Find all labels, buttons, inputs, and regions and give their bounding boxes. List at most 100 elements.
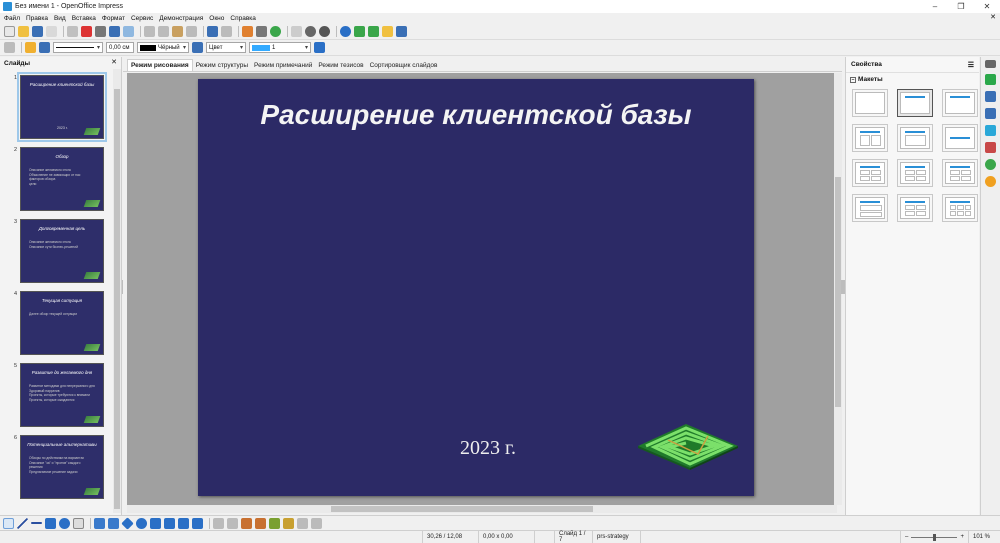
line-arrow-tool-icon[interactable] [31, 522, 42, 524]
layouts-icon[interactable] [985, 91, 996, 102]
menu-view[interactable]: Вид [54, 15, 66, 22]
clone-formatting-icon[interactable] [186, 26, 197, 37]
table-icon[interactable] [256, 26, 267, 37]
extrusion-icon[interactable] [283, 517, 294, 529]
fill-type-select[interactable]: Цвет ▾ [206, 42, 246, 53]
block-arrows-icon[interactable] [150, 517, 161, 529]
print-icon[interactable] [95, 26, 106, 37]
paste-icon[interactable] [172, 26, 183, 37]
layout-option[interactable] [942, 89, 978, 117]
flowchart-icon[interactable] [164, 517, 175, 529]
menu-window[interactable]: Окно [209, 15, 224, 22]
layout-option[interactable] [897, 124, 933, 152]
layout-option[interactable] [942, 159, 978, 187]
layout-option[interactable] [852, 194, 888, 222]
menu-tools[interactable]: Сервис [131, 15, 153, 22]
slide-thumbnail[interactable]: Обзор Описание желаемого итога Объяснение … [20, 147, 104, 211]
basic-shapes-icon[interactable] [121, 516, 134, 530]
zoom-in-icon[interactable]: + [960, 534, 964, 540]
menu-slideshow[interactable]: Демонстрация [159, 15, 203, 22]
spellcheck-icon[interactable] [109, 26, 120, 37]
grid-icon[interactable] [291, 26, 302, 37]
layout-option[interactable] [852, 159, 888, 187]
save-icon[interactable] [32, 26, 43, 37]
sidebar-menu-icon[interactable] [985, 60, 996, 68]
line-end-icon[interactable] [39, 42, 50, 53]
email-icon[interactable] [46, 26, 57, 37]
callouts-icon[interactable] [178, 517, 189, 529]
area-icon[interactable] [192, 42, 203, 53]
undo-icon[interactable] [207, 26, 218, 37]
symbol-shapes-icon[interactable] [136, 517, 147, 529]
maze-logo-icon[interactable] [638, 424, 738, 470]
shadow-icon[interactable] [314, 42, 325, 53]
slide-thumbnail[interactable]: Потенциальные альтернативы Обзоры по дейс… [20, 435, 104, 499]
current-slide[interactable]: Расширение клиентской базы 2023 г. [198, 79, 754, 496]
from-file-icon[interactable] [255, 517, 266, 529]
help-icon[interactable] [340, 26, 351, 37]
slide-year[interactable]: 2023 г. [460, 437, 516, 460]
slideshow-icon[interactable] [382, 26, 393, 37]
menu-help[interactable]: Справка [230, 15, 256, 22]
scrollbar-thumb[interactable] [331, 506, 593, 512]
close-window-button[interactable]: ✕ [974, 0, 1000, 13]
autospellcheck-icon[interactable] [123, 26, 134, 37]
navigator-icon[interactable] [270, 26, 281, 37]
rotate-icon[interactable] [297, 517, 308, 529]
select-arrow-icon[interactable] [3, 517, 14, 529]
layouts-section-header[interactable]: – Макеты [850, 76, 883, 83]
slide-transition-icon[interactable] [985, 142, 996, 153]
navigator-sidebar-icon[interactable] [985, 176, 996, 187]
copy-icon[interactable] [158, 26, 169, 37]
tab-drawing-view[interactable]: Режим рисования [127, 59, 193, 71]
layout-option[interactable] [897, 89, 933, 117]
custom-animation-icon[interactable] [985, 125, 996, 136]
open-icon[interactable] [18, 26, 29, 37]
line-width-field[interactable]: 0,00 см [106, 42, 134, 53]
master-name[interactable]: prs-strategy [592, 530, 640, 543]
curve-tool-icon[interactable] [94, 517, 105, 529]
zoom-slider[interactable]: – + [900, 530, 968, 543]
stars-icon[interactable] [192, 517, 203, 529]
layout-option[interactable] [942, 194, 978, 222]
layout-option[interactable] [852, 89, 888, 117]
tab-outline-view[interactable]: Режим структуры [193, 60, 251, 71]
line-tool-icon[interactable] [17, 517, 28, 529]
align-icon[interactable] [311, 517, 322, 529]
cut-icon[interactable] [144, 26, 155, 37]
fontwork-icon[interactable] [241, 517, 252, 529]
export-pdf-icon[interactable] [81, 26, 92, 37]
zoom-track[interactable] [911, 533, 958, 541]
display-icon[interactable] [396, 26, 407, 37]
menu-file[interactable]: Файл [4, 15, 20, 22]
slide-thumbnail[interactable]: Развитие до желаемого дня Развитие метода… [20, 363, 104, 427]
tab-notes-view[interactable]: Режим примечаний [251, 60, 315, 71]
slide-thumbnail[interactable]: Текущая ситуация Далее обзор текущей ситу… [20, 291, 104, 355]
gallery-icon[interactable] [985, 159, 996, 170]
scrollbar-thumb[interactable] [114, 89, 120, 509]
zoom-handle[interactable] [933, 533, 937, 541]
close-panel-icon[interactable]: ✕ [111, 58, 117, 66]
line-style-icon[interactable] [4, 42, 15, 53]
right-panel-collapse-handle[interactable] [841, 280, 845, 294]
ellipse-tool-icon[interactable] [59, 517, 70, 529]
tab-slide-sorter[interactable]: Сортировщик слайдов [367, 60, 441, 71]
slides-scrollbar[interactable] [113, 69, 121, 513]
properties-menu-icon[interactable]: ☰ [968, 61, 974, 69]
layout-option[interactable] [897, 194, 933, 222]
layout-option[interactable] [852, 124, 888, 152]
collapse-icon[interactable]: – [850, 76, 856, 83]
tab-handout-view[interactable]: Режим тезисов [315, 60, 366, 71]
zoom-out-icon[interactable]: – [905, 534, 908, 540]
arrow-style-icon[interactable] [25, 42, 36, 53]
slide-thumbnail[interactable]: Долговременная цель Описание желаемого ит… [20, 219, 104, 283]
gallery-toolbar-icon[interactable] [269, 517, 280, 529]
redo-icon[interactable] [221, 26, 232, 37]
horizontal-scrollbar[interactable] [127, 505, 837, 513]
slide-canvas[interactable]: Расширение клиентской базы 2023 г. [127, 73, 837, 505]
slide-thumbnail[interactable]: Расширение клиентской базы 2023 г. [17, 72, 107, 142]
fill-color-select[interactable]: 1 ▾ [249, 42, 311, 53]
slide-title[interactable]: Расширение клиентской базы [198, 99, 754, 131]
table-design-icon[interactable] [985, 108, 996, 119]
menu-edit[interactable]: Правка [26, 15, 48, 22]
